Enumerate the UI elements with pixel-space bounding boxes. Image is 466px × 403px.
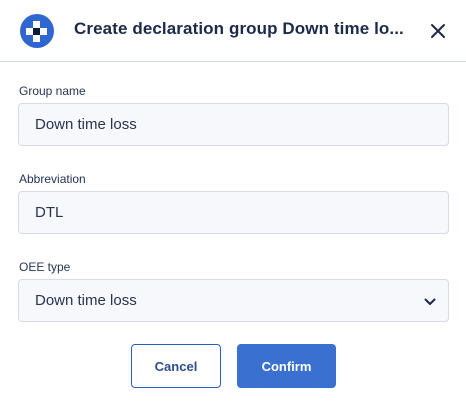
chevron-down-icon xyxy=(423,295,437,309)
group-name-input[interactable]: Down time loss xyxy=(18,103,449,146)
abbreviation-input[interactable]: DTL xyxy=(18,191,449,234)
oee-type-label: OEE type xyxy=(19,260,71,274)
group-name-label: Group name xyxy=(19,84,86,98)
group-name-value: Down time loss xyxy=(35,116,137,133)
close-icon[interactable] xyxy=(426,19,450,43)
cancel-button[interactable]: Cancel xyxy=(131,344,221,388)
create-declaration-group-dialog: Create declaration group Down time lo...… xyxy=(0,0,466,403)
dialog-header: Create declaration group Down time lo... xyxy=(0,0,466,62)
oee-type-selected-value: Down time loss xyxy=(35,292,137,309)
abbreviation-value: DTL xyxy=(35,204,64,221)
abbreviation-label: Abbreviation xyxy=(19,172,86,186)
dialog-title: Create declaration group Down time lo... xyxy=(74,19,404,38)
checkered-logo-icon xyxy=(20,14,54,48)
confirm-button[interactable]: Confirm xyxy=(237,344,336,388)
oee-type-select[interactable]: Down time loss xyxy=(18,279,449,322)
